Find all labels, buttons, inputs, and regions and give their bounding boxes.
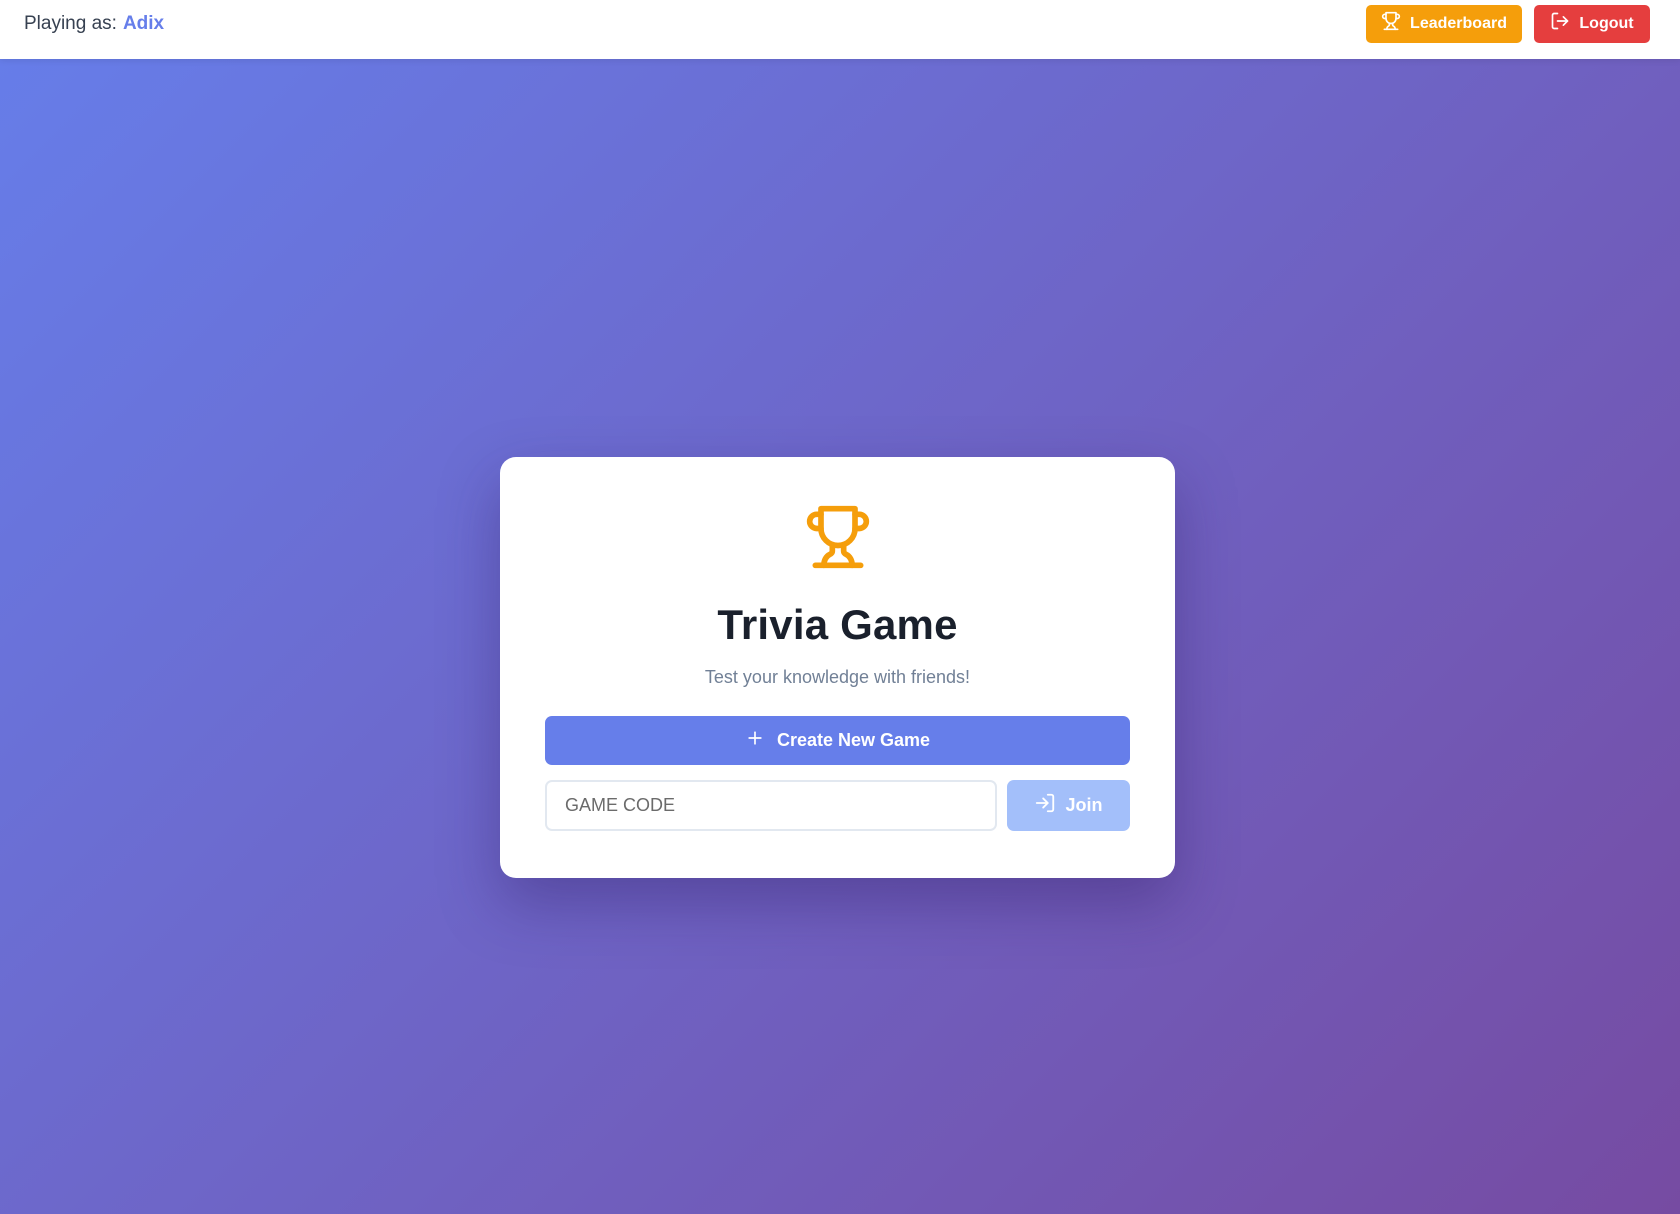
playing-as-label: Playing as: xyxy=(24,12,117,34)
join-row: Join xyxy=(545,780,1130,831)
log-out-icon xyxy=(1550,11,1570,36)
log-in-icon xyxy=(1034,792,1056,819)
join-button[interactable]: Join xyxy=(1007,780,1130,831)
logout-button[interactable]: Logout xyxy=(1534,4,1650,43)
top-actions: Leaderboard Logout xyxy=(1366,4,1650,43)
create-game-label: Create New Game xyxy=(776,730,931,750)
game-code-input[interactable] xyxy=(545,780,997,831)
trophy-icon xyxy=(1381,11,1401,36)
join-label: Join xyxy=(1065,795,1103,815)
player-info: Playing as: Adix xyxy=(24,13,164,35)
leaderboard-button[interactable]: Leaderboard xyxy=(1366,4,1522,43)
player-name: Adix xyxy=(122,12,165,34)
logout-label: Logout xyxy=(1579,14,1634,32)
game-card: Trivia Game Test your knowledge with fri… xyxy=(500,457,1175,878)
page-title: Trivia Game xyxy=(717,601,958,648)
trophy-icon xyxy=(804,503,872,571)
plus-icon xyxy=(745,728,765,753)
leaderboard-label: Leaderboard xyxy=(1410,14,1507,32)
create-game-button[interactable]: Create New Game xyxy=(545,716,1130,765)
top-bar: Playing as: Adix Leaderboard Logout xyxy=(0,0,1680,59)
page-subtitle: Test your knowledge with friends! xyxy=(704,667,971,687)
